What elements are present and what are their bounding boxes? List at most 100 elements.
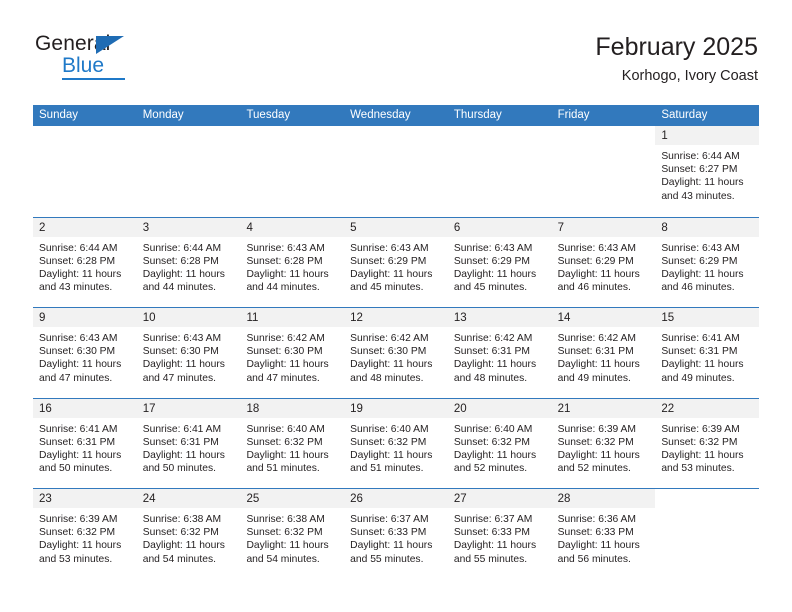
daylight-duration-line2: and 53 minutes. [39, 553, 113, 565]
sunset-time: Sunset: 6:33 PM [350, 527, 427, 539]
day-number: 25 [246, 493, 260, 505]
sunrise-time: Sunrise: 6:40 AM [246, 423, 325, 435]
daylight-duration-line2: and 47 minutes. [246, 372, 320, 384]
sunrise-time: Sunrise: 6:42 AM [350, 333, 429, 344]
day-sun-info: Sunrise: 6:39 AM Sunset: 6:32 PM Daylight:… [655, 418, 759, 476]
day-sun-info: Sunrise: 6:43 AM Sunset: 6:29 PM Daylight:… [344, 237, 448, 295]
daylight-duration-line1: Daylight: 11 hours [39, 359, 122, 371]
day-cell[interactable]: 1 Sunrise: 6:44 AM Sunset: 6:27 PM Daylight… [655, 126, 760, 217]
calendar-week-row: 1 Sunrise: 6:44 AM Sunset: 6:27 PM Daylight… [33, 126, 760, 217]
weekday-header-thursday: Thursday [453, 109, 502, 121]
daylight-duration-line2: and 48 minutes. [453, 372, 528, 384]
daylight-duration-line2: and 46 minutes. [661, 282, 735, 294]
day-cell[interactable]: 21 Sunrise: 6:39 AM Sunset: 6:32 PM Dayligh… [551, 398, 656, 488]
daylight-duration-line1: Daylight: 11 hours [557, 449, 640, 461]
day-cell[interactable]: 22 Sunrise: 6:39 AM Sunset: 6:32 PM Dayligh… [655, 398, 760, 488]
daylight-duration-line2: and 56 minutes. [557, 553, 631, 565]
daylight-duration-line2: and 51 minutes. [246, 463, 320, 475]
day-number-band: 6 [447, 217, 552, 237]
day-cell[interactable]: 7 Sunrise: 6:43 AM Sunset: 6:29 PM Daylight… [551, 217, 656, 307]
sunrise-time: Sunrise: 6:43 AM [661, 242, 740, 254]
day-cell[interactable]: 26 Sunrise: 6:37 AM Sunset: 6:33 PM Dayligh… [344, 489, 448, 579]
sunrise-time: Sunrise: 6:41 AM [142, 423, 222, 435]
day-sun-info: Sunrise: 6:40 AM Sunset: 6:32 PM Daylight:… [448, 418, 552, 476]
daylight-duration-line1: Daylight: 11 hours [142, 268, 225, 280]
day-number-band: 5 [344, 217, 448, 237]
day-cell[interactable]: 20 Sunrise: 6:40 AM Sunset: 6:32 PM Dayligh… [447, 398, 552, 488]
day-sun-info: Sunrise: 6:44 AM Sunset: 6:28 PM Daylight:… [137, 237, 241, 295]
day-cell[interactable]: 11 Sunrise: 6:42 AM Sunset: 6:30 PM Dayligh… [240, 308, 345, 398]
day-cell[interactable]: 28 Sunrise: 6:36 AM Sunset: 6:33 PM Dayligh… [551, 489, 656, 579]
sunset-time: Sunset: 6:32 PM [661, 436, 738, 448]
day-cell[interactable]: 9 Sunrise: 6:43 AM Sunset: 6:30 PM Daylight… [33, 308, 137, 398]
day-cell[interactable]: 4 Sunrise: 6:43 AM Sunset: 6:28 PM Daylight… [240, 217, 345, 307]
daylight-duration-line1: Daylight: 11 hours [142, 359, 225, 371]
day-sun-info: Sunrise: 6:39 AM Sunset: 6:32 PM Daylight:… [33, 508, 137, 566]
day-cell[interactable]: 15 Sunrise: 6:41 AM Sunset: 6:31 PM Dayligh… [655, 308, 760, 398]
sunset-time: Sunset: 6:30 PM [350, 346, 427, 358]
sunrise-time: Sunrise: 6:39 AM [557, 423, 637, 435]
day-cell[interactable]: 10 Sunrise: 6:43 AM Sunset: 6:30 PM Dayligh… [136, 308, 241, 398]
day-cell[interactable]: 2 Sunrise: 6:44 AM Sunset: 6:28 PM Daylight… [33, 217, 137, 307]
day-sun-info: Sunrise: 6:38 AM Sunset: 6:32 PM Daylight:… [240, 508, 344, 566]
day-cell[interactable]: 5 Sunrise: 6:43 AM Sunset: 6:29 PM Daylight… [344, 217, 448, 307]
daylight-duration-line2: and 51 minutes. [350, 463, 424, 475]
day-cell[interactable]: 14 Sunrise: 6:42 AM Sunset: 6:31 PM Dayligh… [551, 308, 656, 398]
daylight-duration-line1: Daylight: 11 hours [246, 540, 329, 552]
day-cell[interactable]: 6 Sunrise: 6:43 AM Sunset: 6:29 PM Daylight… [447, 217, 552, 307]
brand-triangle-icon [96, 36, 124, 54]
day-cell[interactable]: 18 Sunrise: 6:40 AM Sunset: 6:32 PM Dayligh… [240, 398, 345, 488]
day-cell[interactable]: 24 Sunrise: 6:38 AM Sunset: 6:32 PM Dayligh… [136, 489, 241, 579]
day-sun-info: Sunrise: 6:43 AM Sunset: 6:29 PM Daylight:… [655, 237, 759, 295]
daylight-duration-line2: and 50 minutes. [142, 463, 216, 475]
day-number: 13 [453, 312, 467, 324]
brand-logo[interactable]: General Blue [33, 33, 273, 89]
day-cell[interactable]: 19 Sunrise: 6:40 AM Sunset: 6:32 PM Dayligh… [344, 398, 448, 488]
daylight-duration-line1: Daylight: 11 hours [246, 359, 329, 371]
day-sun-info: Sunrise: 6:39 AM Sunset: 6:32 PM Daylight:… [552, 418, 656, 476]
day-sun-info: Sunrise: 6:43 AM Sunset: 6:30 PM Daylight:… [137, 327, 241, 385]
sunrise-time: Sunrise: 6:38 AM [142, 514, 222, 525]
page-subtitle: Korhogo, Ivory Coast [621, 67, 758, 84]
sunset-time: Sunset: 6:32 PM [142, 527, 219, 539]
daylight-duration-line1: Daylight: 11 hours [453, 449, 537, 461]
daylight-duration-line2: and 45 minutes. [453, 282, 528, 294]
day-number: 14 [557, 312, 571, 324]
daylight-duration-line2: and 44 minutes. [142, 282, 216, 294]
sunset-time: Sunset: 6:29 PM [661, 255, 738, 267]
daylight-duration-line2: and 44 minutes. [246, 282, 320, 294]
sunset-time: Sunset: 6:32 PM [350, 436, 427, 448]
day-cell[interactable]: 8 Sunrise: 6:43 AM Sunset: 6:29 PM Daylight… [655, 217, 760, 307]
calendar-week-row: 16 Sunrise: 6:41 AM Sunset: 6:31 PM Dayligh… [33, 397, 760, 488]
day-cell-empty [655, 489, 760, 579]
day-number: 23 [39, 493, 52, 505]
sunset-time: Sunset: 6:31 PM [142, 436, 219, 448]
day-number-band: 1 [655, 126, 760, 145]
day-cell[interactable]: 17 Sunrise: 6:41 AM Sunset: 6:31 PM Dayligh… [136, 398, 241, 488]
calendar-page: General Blue February 2025 Korhogo, Ivor… [0, 0, 792, 612]
day-number-band: 8 [655, 217, 760, 237]
day-number: 24 [142, 493, 156, 505]
sunrise-time: Sunrise: 6:43 AM [142, 333, 222, 344]
daylight-duration-line1: Daylight: 11 hours [350, 540, 433, 552]
day-cell[interactable]: 25 Sunrise: 6:38 AM Sunset: 6:32 PM Dayligh… [240, 489, 345, 579]
day-sun-info: Sunrise: 6:41 AM Sunset: 6:31 PM Daylight:… [655, 327, 759, 385]
sunrise-time: Sunrise: 6:43 AM [39, 333, 118, 344]
day-sun-info: Sunrise: 6:42 AM Sunset: 6:30 PM Daylight:… [240, 327, 344, 385]
day-number-band: 24 [136, 489, 241, 508]
day-cell-empty [240, 126, 345, 217]
day-cell[interactable]: 3 Sunrise: 6:44 AM Sunset: 6:28 PM Daylight… [136, 217, 241, 307]
daylight-duration-line2: and 55 minutes. [350, 553, 424, 565]
day-cell[interactable]: 16 Sunrise: 6:41 AM Sunset: 6:31 PM Dayligh… [33, 398, 137, 488]
day-cell[interactable]: 13 Sunrise: 6:42 AM Sunset: 6:31 PM Dayligh… [447, 308, 552, 398]
daylight-duration-line2: and 53 minutes. [661, 463, 735, 475]
day-cell-empty [33, 126, 137, 217]
sunrise-time: Sunrise: 6:38 AM [246, 514, 325, 525]
day-cell[interactable]: 12 Sunrise: 6:42 AM Sunset: 6:30 PM Dayligh… [344, 308, 448, 398]
sunset-time: Sunset: 6:31 PM [557, 346, 634, 358]
day-cell[interactable]: 27 Sunrise: 6:37 AM Sunset: 6:33 PM Dayligh… [447, 489, 552, 579]
day-cell[interactable]: 23 Sunrise: 6:39 AM Sunset: 6:32 PM Dayligh… [33, 489, 137, 579]
sunrise-time: Sunrise: 6:40 AM [453, 423, 533, 435]
calendar-grid: Sunday Monday Tuesday Wednesday Thursday Frid… [33, 105, 760, 579]
day-number-band: 7 [551, 217, 656, 237]
